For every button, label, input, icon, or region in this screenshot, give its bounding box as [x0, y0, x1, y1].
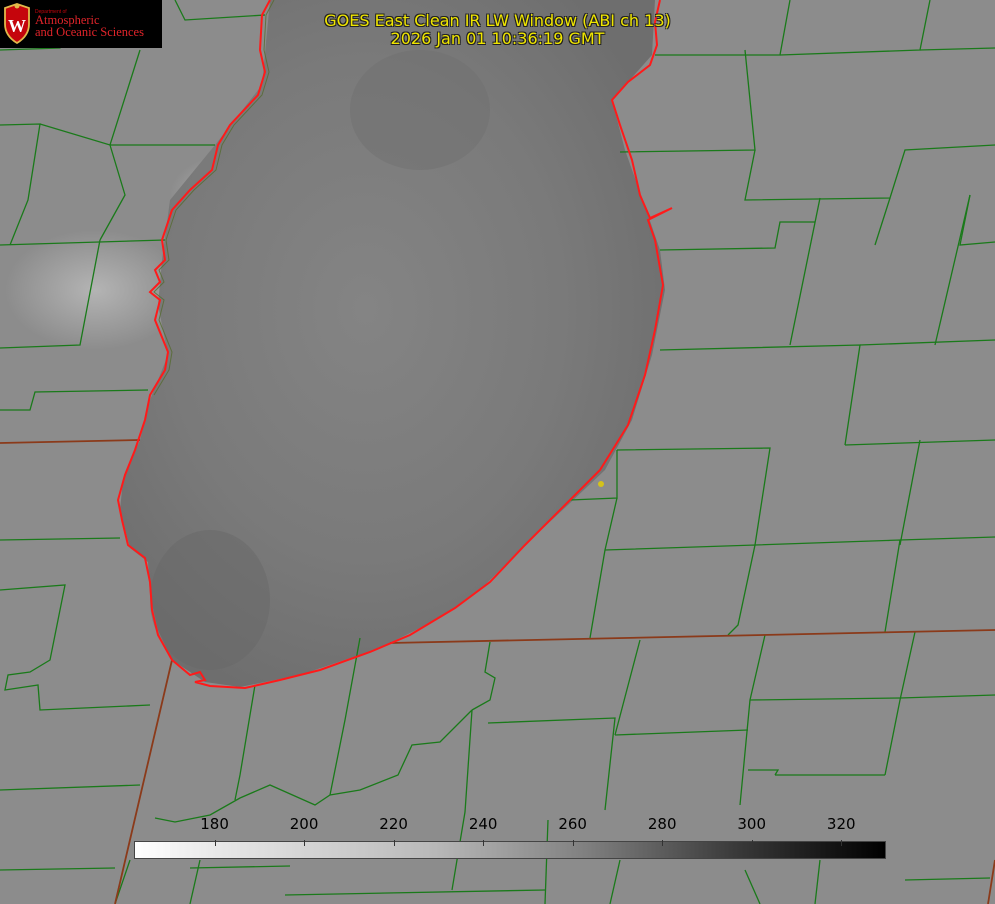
colorbar-tick-label: 200 — [289, 815, 319, 833]
cloud-patch — [150, 530, 270, 670]
colorbar-tick — [214, 840, 216, 846]
colorbar-tick — [572, 840, 574, 846]
colorbar-tick-label: 300 — [737, 815, 767, 833]
location-marker — [598, 481, 604, 487]
colorbar-tick — [751, 840, 753, 846]
colorbar-tick — [662, 840, 664, 846]
timestamp: 2026 Jan 01 10:36:19 GMT — [390, 29, 605, 48]
colorbar-tick — [393, 840, 395, 846]
cloud-patch — [350, 50, 490, 170]
colorbar-tick-label: 280 — [647, 815, 677, 833]
colorbar-tick-label: 320 — [826, 815, 856, 833]
colorbar-gradient — [134, 841, 886, 859]
colorbar-tick — [841, 840, 843, 846]
colorbar-tick — [304, 840, 306, 846]
colorbar-tick-label: 180 — [200, 815, 229, 833]
product-title: GOES East Clean IR LW Window (ABI ch 13) — [324, 11, 671, 30]
colorbar-tick-label: 260 — [558, 815, 587, 833]
colorbar-tick — [483, 840, 485, 846]
satellite-map[interactable] — [0, 0, 995, 904]
colorbar-tick-label: 240 — [468, 815, 498, 833]
cloud-patch — [5, 230, 185, 350]
colorbar-tick-label: 220 — [379, 815, 408, 833]
